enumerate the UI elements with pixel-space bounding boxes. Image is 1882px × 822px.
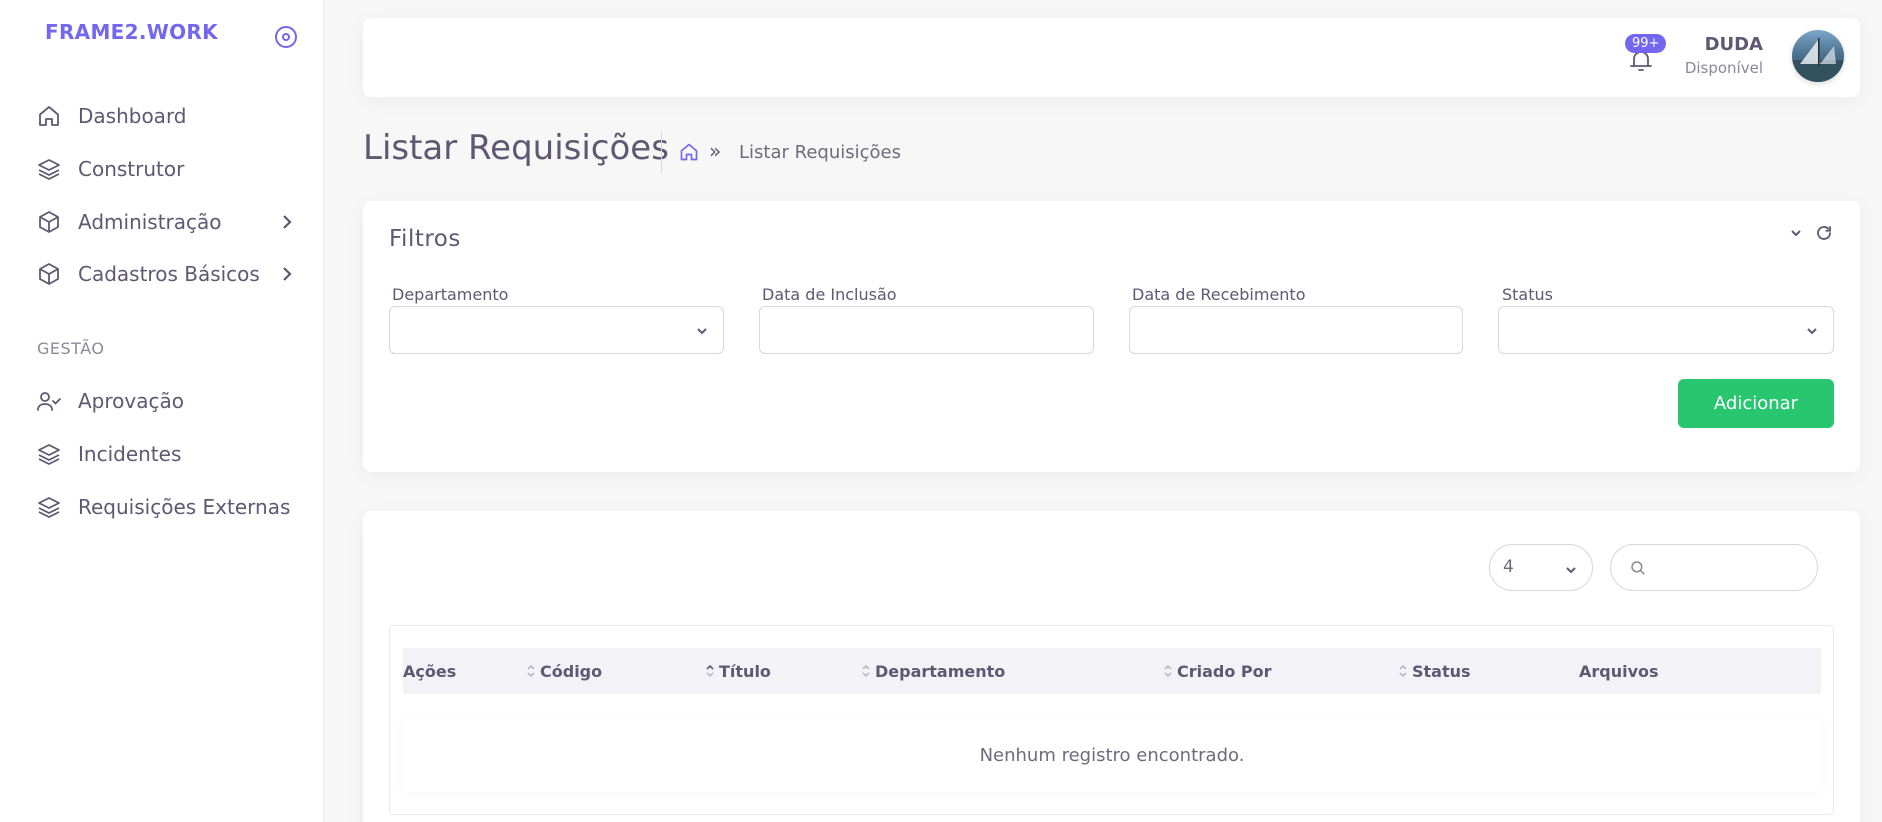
sidebar-item-label: Incidentes: [78, 442, 182, 466]
user-check-icon: [36, 388, 62, 414]
filters-card: Filtros Departamento Data de Inclusão Da…: [363, 201, 1860, 472]
add-button[interactable]: Adicionar: [1678, 379, 1834, 428]
search-icon: [1629, 559, 1647, 577]
collapse-chevron-icon[interactable]: [1787, 224, 1805, 242]
sidebar-item-incidentes[interactable]: Incidentes: [0, 432, 324, 476]
sidebar-item-label: Cadastros Básicos: [78, 262, 260, 286]
column-header-label: Código: [540, 661, 603, 681]
chevron-right-icon: [278, 264, 296, 284]
data-inclusao-input[interactable]: [759, 306, 1094, 354]
chevron-down-icon: [695, 323, 709, 337]
search-box[interactable]: [1610, 544, 1818, 591]
column-header-titulo[interactable]: Título: [704, 648, 771, 694]
sidebar-toggle-icon[interactable]: [274, 25, 298, 49]
sidebar-item-administracao[interactable]: Administração: [0, 200, 324, 244]
sort-icon: [1399, 664, 1407, 678]
status-select[interactable]: [1498, 306, 1834, 354]
column-header-acoes: Ações: [403, 648, 456, 694]
data-recebimento-label: Data de Recebimento: [1132, 285, 1306, 304]
column-header-label: Departamento: [875, 661, 1006, 681]
breadcrumb-current: Listar Requisições: [739, 142, 901, 163]
user-status: Disponível: [1684, 59, 1763, 77]
refresh-icon[interactable]: [1815, 224, 1833, 242]
package-icon: [36, 261, 62, 287]
brand-logo[interactable]: FRAME2.WORK: [45, 20, 218, 44]
topbar: 99+ DUDA Disponível: [363, 18, 1860, 97]
sidebar-item-requisicoes-externas[interactable]: Requisições Externas: [0, 485, 324, 529]
sort-icon: [706, 664, 714, 678]
column-header-arquivos: Arquivos: [1579, 648, 1659, 694]
sidebar-item-cadastros-basicos[interactable]: Cadastros Básicos: [0, 252, 324, 296]
departamento-select[interactable]: [389, 306, 724, 354]
page-size-value: 4: [1503, 557, 1514, 577]
home-icon: [36, 103, 62, 129]
sidebar-item-dashboard[interactable]: Dashboard: [0, 94, 324, 138]
search-input[interactable]: [1655, 553, 1805, 583]
table-card: 4 Ações Código Título Departamento Criad…: [363, 511, 1860, 822]
sort-icon: [1164, 664, 1172, 678]
chevron-down-icon: [1805, 323, 1819, 337]
layers-icon: [36, 156, 62, 182]
package-icon: [36, 209, 62, 235]
sort-icon: [862, 664, 870, 678]
column-header-label: Ações: [403, 661, 457, 681]
page-title: Listar Requisições: [363, 128, 669, 168]
sidebar-item-label: Construtor: [78, 157, 185, 181]
data-inclusao-label: Data de Inclusão: [762, 285, 897, 304]
sort-icon: [527, 664, 535, 678]
status-label: Status: [1502, 285, 1553, 304]
filters-title: Filtros: [389, 226, 461, 252]
page-size-select[interactable]: 4: [1489, 544, 1593, 591]
column-header-label: Arquivos: [1579, 661, 1659, 681]
column-header-label: Status: [1412, 661, 1471, 681]
title-divider: [661, 132, 662, 174]
sidebar: FRAME2.WORK Dashboard Construtor Adminis…: [0, 0, 324, 822]
column-header-label: Criado Por: [1177, 661, 1272, 681]
column-header-codigo[interactable]: Código: [525, 648, 602, 694]
data-recebimento-input[interactable]: [1129, 306, 1463, 354]
avatar[interactable]: [1792, 30, 1844, 82]
layers-icon: [36, 441, 62, 467]
table-header-row: Ações Código Título Departamento Criado …: [403, 648, 1821, 694]
column-header-status[interactable]: Status: [1397, 648, 1471, 694]
notification-badge: 99+: [1625, 34, 1667, 53]
breadcrumb-separator: »: [709, 139, 722, 163]
sidebar-item-aprovacao[interactable]: Aprovação: [0, 379, 324, 423]
sidebar-item-label: Administração: [78, 210, 222, 234]
sidebar-section-header: GESTÃO: [37, 339, 105, 358]
column-header-label: Título: [719, 661, 771, 681]
user-name[interactable]: DUDA: [1705, 34, 1763, 55]
chevron-right-icon: [278, 212, 296, 232]
sidebar-item-label: Requisições Externas: [78, 495, 291, 519]
sidebar-item-label: Aprovação: [78, 389, 184, 413]
column-header-criado-por[interactable]: Criado Por: [1162, 648, 1272, 694]
sidebar-item-construtor[interactable]: Construtor: [0, 147, 324, 191]
sidebar-item-label: Dashboard: [78, 104, 187, 128]
column-header-departamento[interactable]: Departamento: [860, 648, 1005, 694]
empty-table-message: Nenhum registro encontrado.: [403, 718, 1821, 792]
layers-icon: [36, 494, 62, 520]
chevron-down-icon: [1564, 562, 1578, 576]
breadcrumb-home-icon[interactable]: [679, 142, 699, 162]
departamento-label: Departamento: [392, 285, 509, 304]
data-table: Ações Código Título Departamento Criado …: [389, 625, 1834, 815]
